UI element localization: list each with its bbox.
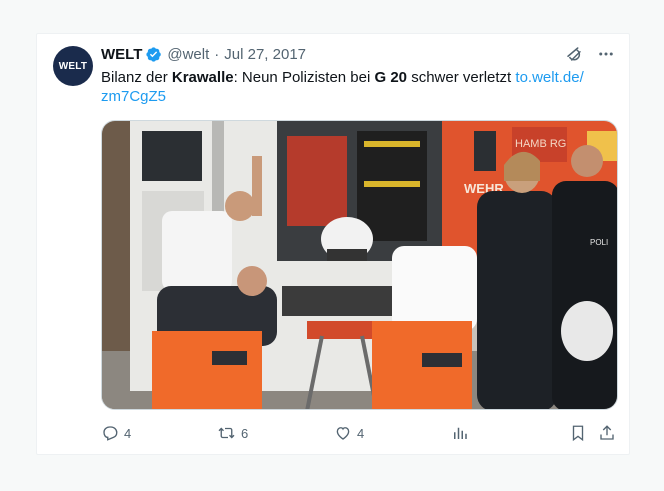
grok-icon[interactable] [565, 45, 583, 63]
retweet-icon [218, 427, 235, 439]
bookmark-icon [572, 425, 584, 442]
tweet-date[interactable]: Jul 27, 2017 [224, 46, 306, 63]
views-icon [454, 427, 467, 439]
avatar-text: WELT [58, 60, 88, 72]
reply-count: 4 [124, 425, 132, 441]
panel-text: HAMB RG [515, 138, 566, 150]
reply-button[interactable]: 4 [101, 424, 131, 442]
tweet-text: Bilanz der Krawalle: Neun Polizisten bei… [101, 68, 611, 106]
bookmark-button[interactable] [569, 424, 587, 442]
verified-badge-icon [145, 46, 162, 63]
avatar[interactable]: WELT [53, 46, 93, 86]
like-button[interactable]: 4 [334, 424, 364, 442]
tweet-text-segment: Bilanz der [101, 69, 172, 86]
share-icon [600, 425, 614, 440]
tweet-text-segment: schwer verletzt [407, 69, 516, 86]
uniform-text: POLI [590, 238, 608, 247]
tweet-header: WELT @welt · Jul 27, 2017 [101, 44, 615, 64]
views-button[interactable] [451, 424, 469, 442]
handle[interactable]: @welt [167, 46, 209, 63]
link-line-1[interactable]: to.welt.de/ [515, 69, 583, 86]
more-icon[interactable] [597, 45, 615, 63]
reply-icon [103, 426, 118, 441]
tweet-text-body: Bilanz der Krawalle: Neun Polizisten bei… [101, 69, 515, 86]
tweet-text-segment: : Neun Polizisten bei [233, 69, 375, 86]
display-name[interactable]: WELT [101, 46, 142, 63]
tweet-text-bold: G 20 [374, 69, 408, 86]
tweet-photo[interactable]: HAMB RG WEHR POLI [101, 120, 618, 410]
header-icons [565, 45, 615, 63]
photo-illustration: HAMB RG WEHR POLI [102, 121, 617, 409]
like-icon [336, 427, 350, 440]
like-count: 4 [357, 425, 365, 441]
link-line-2[interactable]: zm7CgZ5 [101, 88, 166, 105]
tweet-text-bold: Krawalle [171, 69, 234, 86]
tweet-card[interactable]: WELT WELT @welt · Jul 27, 2017 Bilanz de… [36, 33, 630, 455]
share-button[interactable] [598, 424, 616, 442]
retweet-button[interactable]: 6 [217, 424, 248, 442]
tweet-actions: 4 6 4 [101, 424, 618, 446]
separator: · [214, 45, 220, 63]
retweet-count: 6 [241, 425, 249, 441]
